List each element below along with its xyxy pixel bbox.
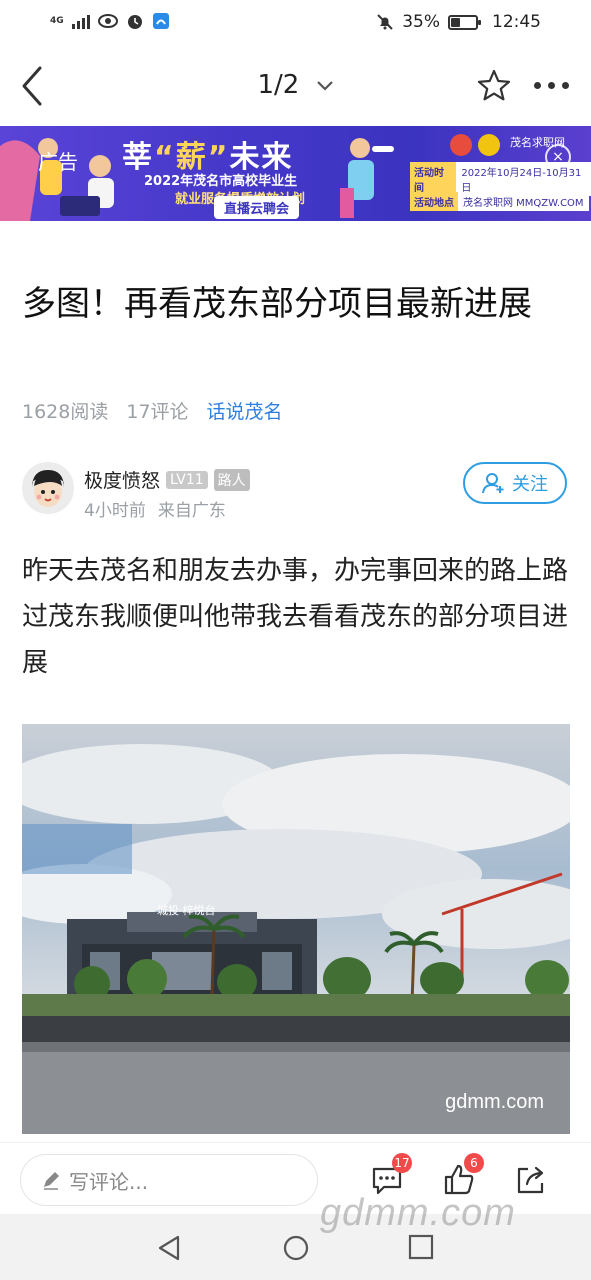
follow-button[interactable]: 关注 bbox=[463, 462, 567, 504]
author-row: 极度愤怒 LV11 路人 4小时前 来自广东 关注 bbox=[22, 462, 570, 522]
chevron-down-icon bbox=[316, 80, 333, 91]
status-bar: 4G 35% 12:45 bbox=[0, 0, 591, 46]
page-indicator-label: 1/2 bbox=[257, 70, 300, 100]
level-badge: LV11 bbox=[166, 470, 208, 489]
author-sub: 4小时前 来自广东 bbox=[84, 496, 226, 521]
follow-label: 关注 bbox=[512, 474, 548, 495]
banner-place-row: 活动地点 茂名求职网 MMQZW.COM bbox=[410, 191, 589, 211]
banner-illustration-right bbox=[340, 138, 394, 218]
banner-live-badge: 直播云聘会 bbox=[214, 196, 300, 219]
battery-level bbox=[451, 17, 461, 27]
banner-place-label: 活动地点 bbox=[410, 191, 458, 211]
banner-place-value: 茂名求职网 MMQZW.COM bbox=[458, 191, 589, 211]
ad-banner[interactable]: 广告 莘“薪”未来 2022年茂名市高校毕业生 就业服务提质增效计划 直播云聘会… bbox=[0, 126, 591, 221]
article-title: 多图！再看茂东部分项目最新进展 bbox=[22, 284, 532, 324]
photo-watermark: gdmm.com bbox=[445, 1091, 544, 1113]
post-time: 4小时前 bbox=[84, 501, 146, 521]
status-right: 35% 12:45 bbox=[376, 12, 541, 32]
building-sign: 城投·梓悦台 bbox=[157, 903, 216, 917]
photo-scene: 城投·梓悦台 bbox=[22, 724, 570, 1134]
avatar-image bbox=[22, 462, 74, 514]
partner-logo-1 bbox=[450, 134, 472, 156]
share-button[interactable] bbox=[514, 1163, 548, 1197]
pen-icon bbox=[44, 1172, 59, 1190]
partner-logo-2 bbox=[478, 134, 500, 156]
share-icon bbox=[517, 1166, 544, 1194]
article-photo[interactable]: 城投·梓悦台 gdmm.com bbox=[22, 724, 570, 1134]
add-user-icon bbox=[482, 473, 504, 494]
comment-input[interactable]: 写评论... bbox=[20, 1154, 318, 1206]
back-arrow-icon[interactable] bbox=[16, 64, 50, 108]
alarm-icon bbox=[127, 15, 142, 29]
overlay-watermark: gdmm.com bbox=[320, 1192, 516, 1234]
article-body: 昨天去茂名和朋友去办事，办完事回来的路上路过茂东我顺便叫他带我去看看茂东的部分项… bbox=[22, 556, 569, 678]
post-location: 来自广东 bbox=[157, 501, 226, 521]
topic-link[interactable]: 话说茂名 bbox=[207, 397, 283, 424]
ad-tag: 广告 bbox=[38, 150, 78, 174]
nav-back-icon[interactable] bbox=[156, 1234, 182, 1262]
banner-time-row: 活动时间 2022年10月24日-10月31日 bbox=[410, 162, 591, 196]
signal-icon bbox=[71, 13, 90, 29]
top-nav: 1/2 bbox=[0, 46, 591, 126]
comment-placeholder: 写评论... bbox=[69, 1169, 149, 1194]
like-count-badge: 6 bbox=[464, 1153, 484, 1173]
role-badge: 路人 bbox=[213, 468, 250, 491]
status-left: 4G bbox=[50, 12, 170, 30]
star-icon[interactable] bbox=[476, 68, 512, 104]
battery-icon bbox=[448, 14, 481, 30]
article-meta: 1628阅读 17评论 话说茂名 bbox=[22, 397, 283, 424]
battery-percent: 35% bbox=[402, 12, 440, 32]
more-options-icon[interactable] bbox=[534, 82, 569, 89]
author-name-line: 极度愤怒 LV11 路人 bbox=[84, 466, 250, 493]
author-name[interactable]: 极度愤怒 bbox=[84, 466, 160, 493]
nav-recents-icon[interactable] bbox=[408, 1234, 434, 1260]
clock: 12:45 bbox=[492, 12, 541, 32]
avatar[interactable] bbox=[22, 462, 74, 514]
comment-count-meta: 17评论 bbox=[126, 401, 189, 423]
mute-bell-icon bbox=[377, 14, 393, 30]
read-count: 1628阅读 bbox=[22, 401, 109, 423]
network-type: 4G bbox=[50, 16, 64, 26]
comment-count-badge: 17 bbox=[392, 1153, 412, 1173]
banner-subtitle-1: 2022年茂名市高校毕业生 bbox=[144, 174, 298, 189]
nav-home-icon[interactable] bbox=[282, 1234, 310, 1262]
app-notification-icon bbox=[152, 13, 169, 29]
eye-icon bbox=[97, 14, 118, 28]
